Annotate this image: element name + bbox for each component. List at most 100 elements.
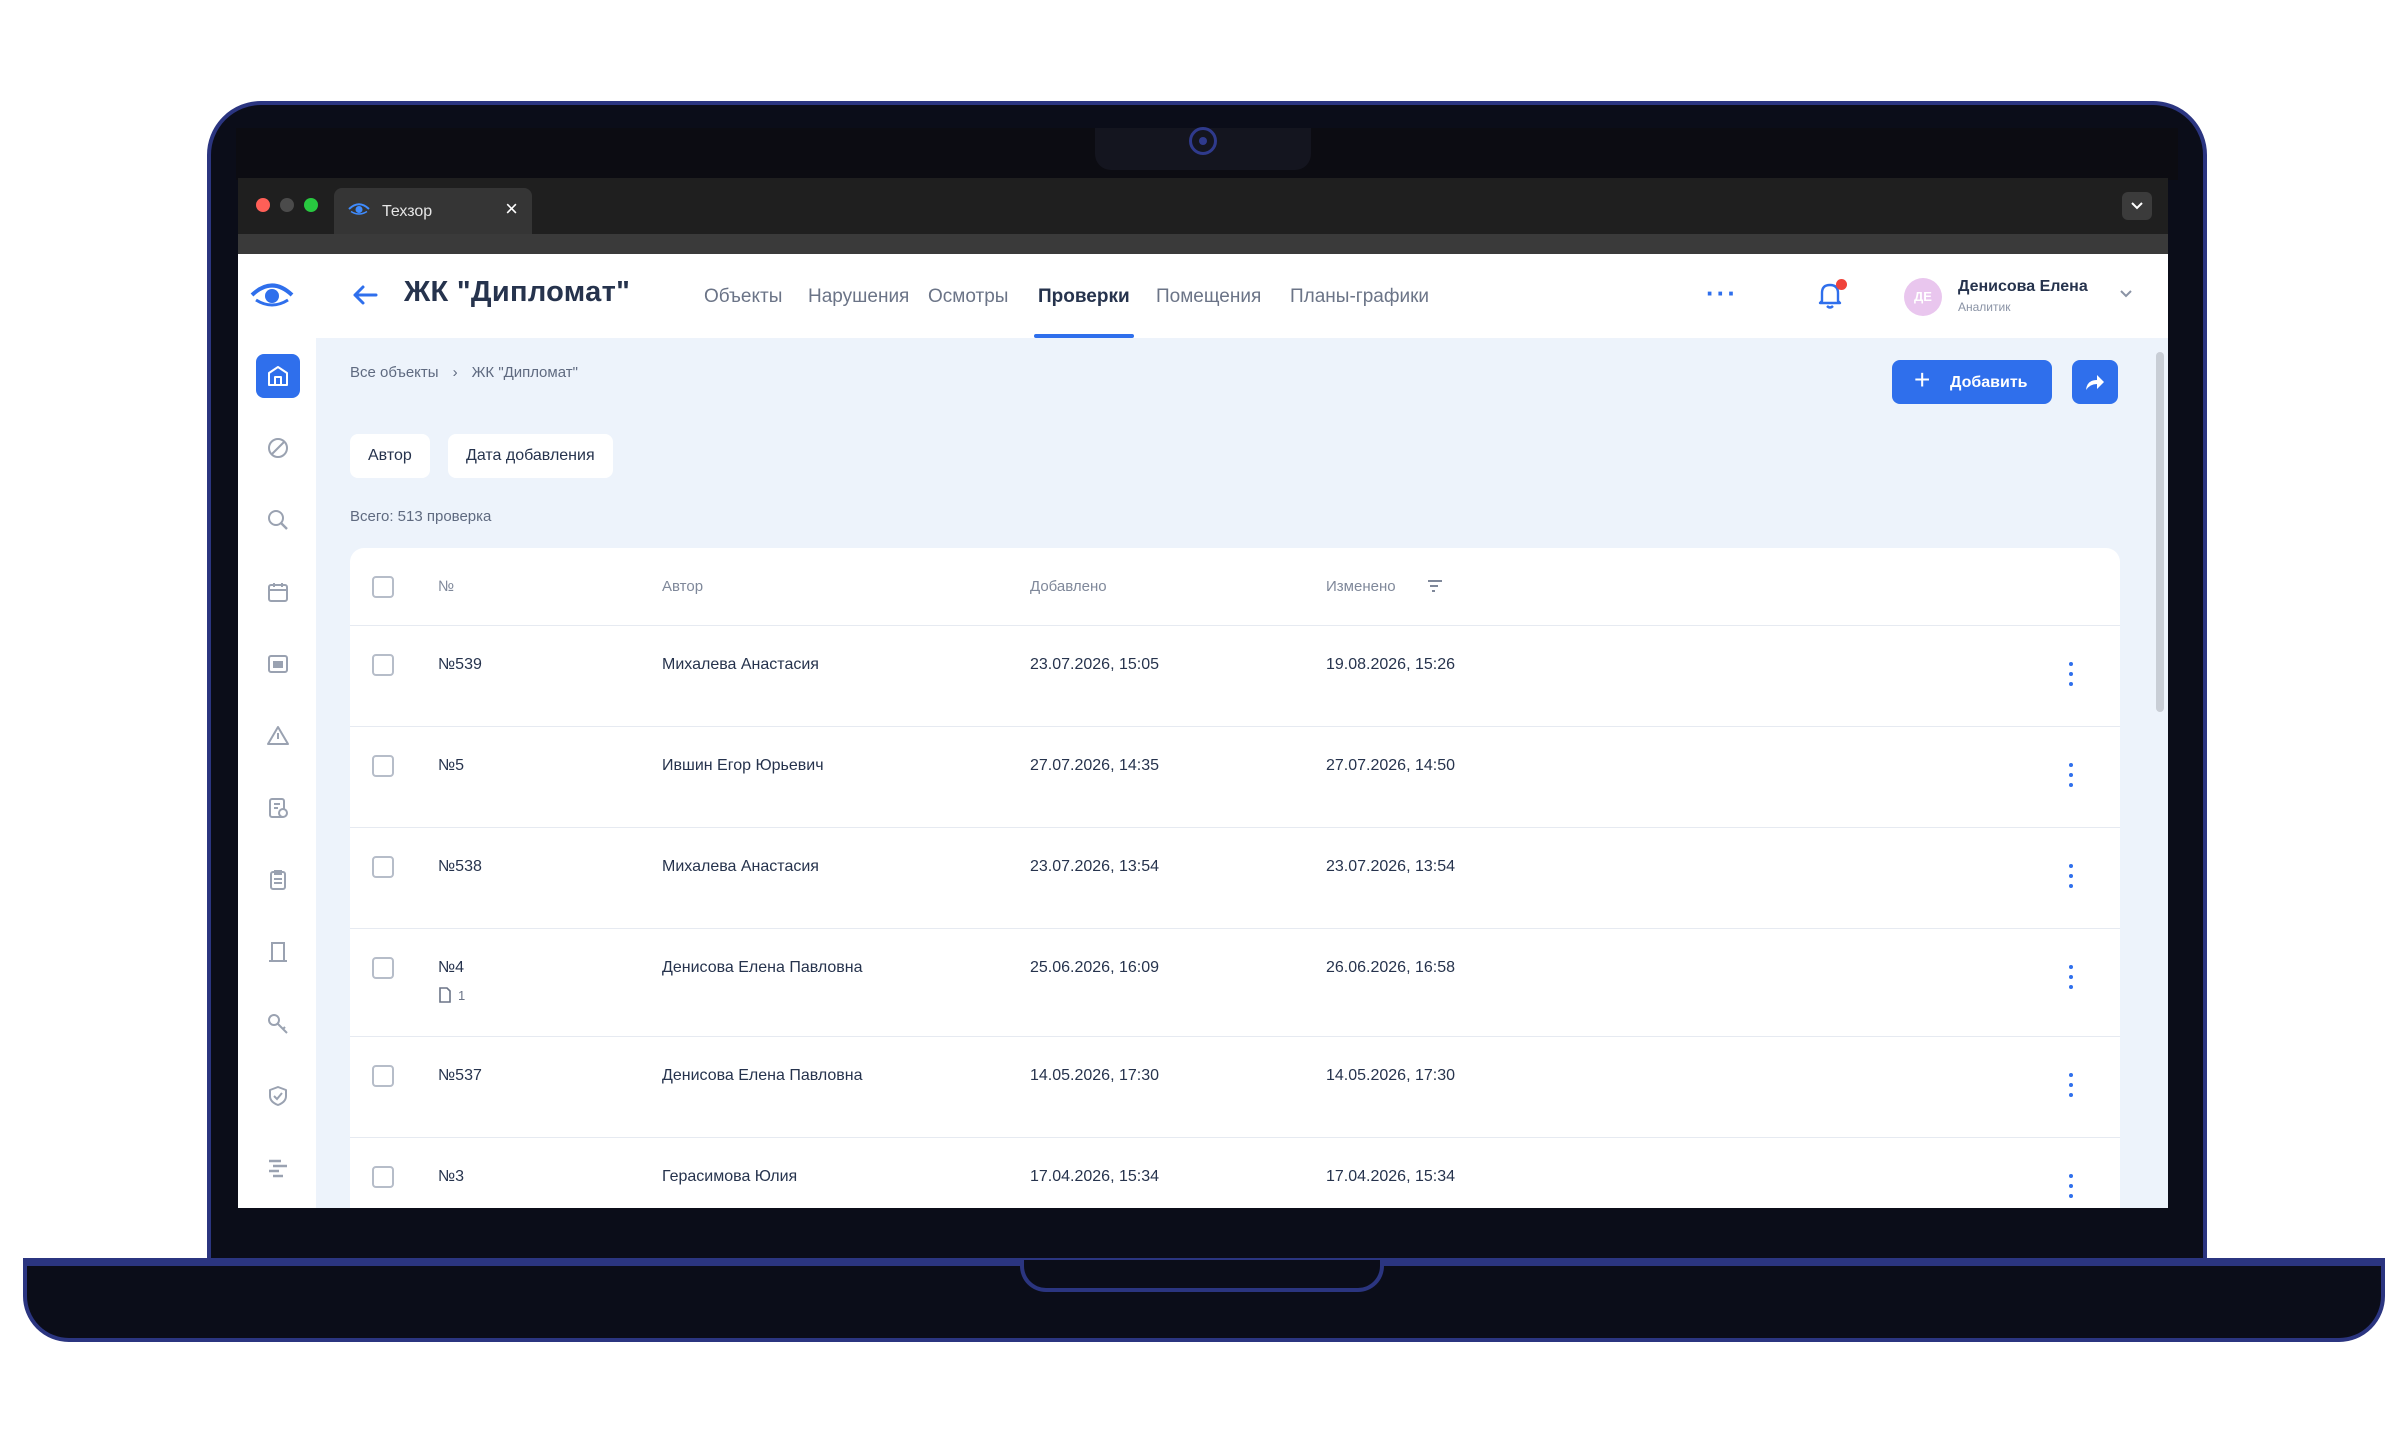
row-checkbox[interactable]: [372, 654, 394, 676]
back-arrow-icon[interactable]: [350, 280, 380, 310]
gantt-icon: [269, 1159, 287, 1178]
laptop-hinge: [1020, 1260, 1384, 1292]
camera-icon: [1189, 127, 1217, 155]
row-checkbox[interactable]: [372, 856, 394, 878]
browser-tab[interactable]: Техзор ×: [334, 188, 532, 234]
row-menu-icon[interactable]: [2066, 1174, 2076, 1200]
attachment-badge: 1: [438, 987, 465, 1003]
sort-icon[interactable]: [1426, 578, 1444, 594]
row-modified: 17.04.2026, 15:34: [1326, 1168, 1456, 1185]
share-button[interactable]: [2072, 360, 2118, 404]
tab-close-icon[interactable]: ×: [505, 198, 518, 220]
row-number[interactable]: №4: [438, 959, 464, 977]
window-minimize-dot[interactable]: [280, 198, 294, 212]
window-maximize-dot[interactable]: [304, 198, 318, 212]
row-number[interactable]: №3: [438, 1168, 464, 1186]
row-modified: 23.07.2026, 13:54: [1326, 858, 1456, 875]
row-author: Михалева Анастасия: [662, 858, 819, 875]
row-added: 17.04.2026, 15:34: [1030, 1168, 1160, 1185]
warning-icon: [267, 726, 289, 745]
row-menu-icon[interactable]: [2066, 662, 2076, 688]
table-row[interactable]: №539 Михалева Анастасия 23.07.2026, 15:0…: [350, 626, 2120, 727]
sidebar-item-reports[interactable]: [256, 858, 300, 902]
row-added: 23.07.2026, 13:54: [1030, 858, 1160, 875]
row-number[interactable]: №537: [438, 1067, 482, 1085]
more-tabs-icon[interactable]: ···: [1706, 278, 1738, 309]
row-modified: 14.05.2026, 17:30: [1326, 1067, 1456, 1084]
row-checkbox[interactable]: [372, 1166, 394, 1188]
table-row[interactable]: №537 Денисова Елена Павловна 14.05.2026,…: [350, 1037, 2120, 1138]
total-count: Всего: 513 проверка: [350, 508, 492, 525]
table-row[interactable]: №4 1 Денисова Елена Павловна 25.06.2026,…: [350, 929, 2120, 1037]
sidebar-item-calendar[interactable]: [256, 570, 300, 614]
sidebar-item-warnings[interactable]: [256, 714, 300, 758]
filter-author[interactable]: Автор: [350, 434, 430, 478]
scrollbar-thumb[interactable]: [2156, 352, 2164, 712]
row-added: 23.07.2026, 15:05: [1030, 656, 1160, 673]
room-icon: [268, 655, 288, 673]
building-icon: [268, 366, 288, 386]
tab-schedules[interactable]: Планы-графики: [1290, 286, 1429, 308]
notification-badge: [1836, 279, 1847, 290]
row-menu-icon[interactable]: [2066, 1073, 2076, 1099]
window-close-dot[interactable]: [256, 198, 270, 212]
sidebar-item-security[interactable]: [256, 1074, 300, 1118]
filter-date-added[interactable]: Дата добавления: [448, 434, 613, 478]
row-checkbox[interactable]: [372, 755, 394, 777]
sidebar-item-violations[interactable]: [256, 426, 300, 470]
tab-objects[interactable]: Объекты: [704, 286, 782, 308]
table-row[interactable]: №5 Ившин Егор Юрьевич 27.07.2026, 14:35 …: [350, 727, 2120, 828]
avatar[interactable]: ДЕ: [1904, 278, 1942, 316]
laptop-mockup: Техзор × ЖК "Дипломат" Объекты Нарушения…: [0, 0, 2400, 1440]
breadcrumb-current: ЖК "Диплoмат": [471, 364, 578, 381]
sidebar-item-inspections[interactable]: [256, 498, 300, 542]
user-name[interactable]: Денисова Елена: [1958, 278, 2088, 296]
sidebar-item-checks[interactable]: [256, 786, 300, 830]
column-author: Автор: [662, 578, 704, 595]
table-row[interactable]: №538 Михалева Анастасия 23.07.2026, 13:5…: [350, 828, 2120, 929]
add-button-label: Добавить: [1950, 374, 2028, 391]
sidebar-item-premises[interactable]: [256, 930, 300, 974]
row-number[interactable]: №539: [438, 656, 482, 674]
tab-inspections[interactable]: Осмотры: [928, 286, 1008, 308]
row-number[interactable]: №5: [438, 757, 464, 775]
row-menu-icon[interactable]: [2066, 864, 2076, 890]
row-added: 27.07.2026, 14:35: [1030, 757, 1160, 774]
row-menu-icon[interactable]: [2066, 965, 2076, 991]
row-modified: 26.06.2026, 16:58: [1326, 959, 1456, 976]
scrollbar[interactable]: [2156, 338, 2164, 1208]
calendar-icon: [268, 583, 288, 602]
row-author: Денисова Елена Павловна: [662, 959, 863, 976]
column-number: №: [438, 578, 455, 595]
sidebar-item-schedules[interactable]: [256, 1146, 300, 1190]
column-added: Добавлено: [1030, 578, 1107, 595]
row-checkbox[interactable]: [372, 1065, 394, 1087]
breadcrumb-root[interactable]: Все объекты: [350, 364, 439, 381]
row-number[interactable]: №538: [438, 858, 482, 876]
share-icon: [2086, 375, 2104, 390]
eye-logo-icon[interactable]: [250, 282, 294, 308]
clipboard-icon: [270, 870, 286, 890]
sidebar-item-access[interactable]: [256, 1002, 300, 1046]
tab-checks[interactable]: Проверки: [1038, 286, 1130, 308]
browser-menu-button[interactable]: [2122, 192, 2152, 220]
tab-violations[interactable]: Нарушения: [808, 286, 909, 308]
table-row[interactable]: №3 Герасимова Юлия 17.04.2026, 15:34 17.…: [350, 1138, 2120, 1208]
row-modified: 27.07.2026, 14:50: [1326, 757, 1456, 774]
chevron-down-icon[interactable]: [2118, 288, 2134, 300]
sidebar-item-rooms[interactable]: [256, 642, 300, 686]
select-all-checkbox[interactable]: [372, 576, 394, 598]
sidebar: [238, 338, 316, 1208]
main-content: Все объекты › ЖК "Диплoмат" + Добавить Авт…: [316, 338, 2168, 1208]
add-button[interactable]: + Добавить: [1892, 360, 2052, 404]
tab-rooms[interactable]: Помещения: [1156, 286, 1261, 308]
browser-chrome: Техзор ×: [238, 178, 2168, 234]
row-checkbox[interactable]: [372, 957, 394, 979]
row-menu-icon[interactable]: [2066, 763, 2076, 789]
sidebar-item-objects[interactable]: [256, 354, 300, 398]
breadcrumb: Все объекты › ЖК "Диплoмат": [350, 364, 578, 381]
screen: Техзор × ЖК "Дипломат" Объекты Нарушения…: [238, 178, 2168, 1208]
page-title: ЖК "Дипломат": [404, 276, 631, 308]
row-added: 14.05.2026, 17:30: [1030, 1067, 1160, 1084]
row-author: Герасимова Юлия: [662, 1168, 798, 1185]
